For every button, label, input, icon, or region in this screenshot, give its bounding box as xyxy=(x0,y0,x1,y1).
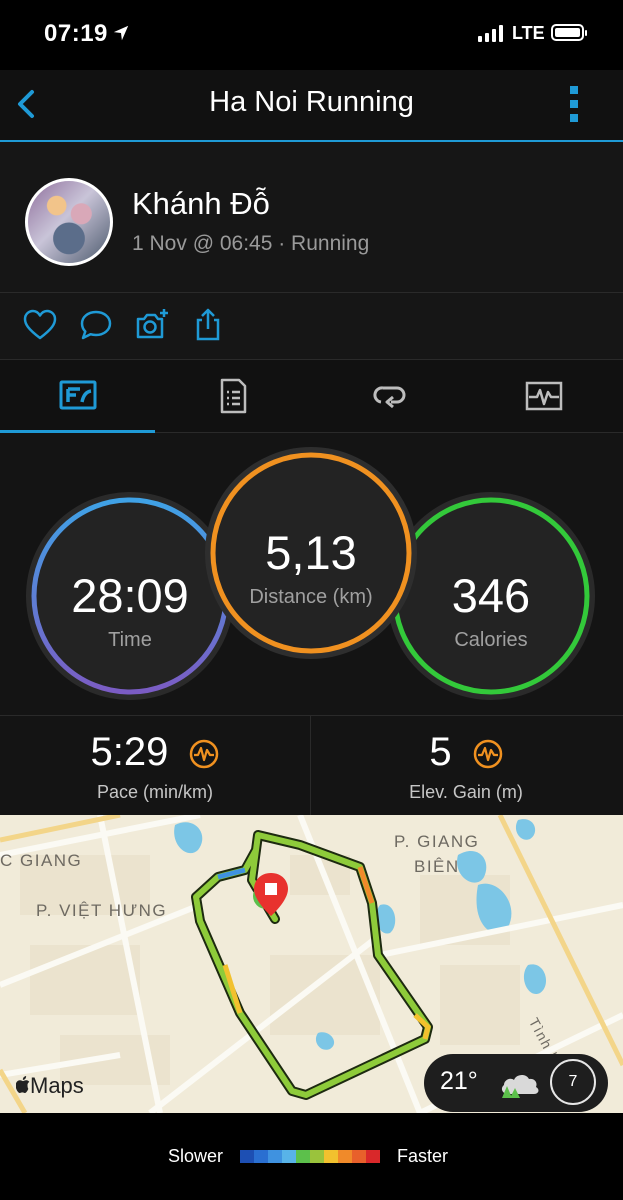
app-header: Ha Noi Running xyxy=(0,70,623,142)
tab-details[interactable] xyxy=(155,360,310,432)
chart-icon xyxy=(525,381,563,411)
page-title: Ha Noi Running xyxy=(209,86,414,118)
temperature: 21° xyxy=(440,1067,478,1095)
distance-stat: 5,13 Distance (km) xyxy=(211,453,411,653)
elevation-trend-icon[interactable] xyxy=(473,739,503,769)
legend-slower: Slower xyxy=(168,1146,224,1166)
status-time: 07:19 xyxy=(44,20,108,47)
status-bar: 07:19 LTE xyxy=(0,0,623,70)
legend-swatch xyxy=(352,1150,366,1163)
maps-label: Maps xyxy=(30,1073,84,1098)
pace-legend: Slower Faster xyxy=(0,1113,623,1200)
legend-swatch xyxy=(296,1150,310,1163)
weather-widget[interactable]: 21° 7 xyxy=(424,1054,608,1112)
activity-tabs xyxy=(0,360,623,433)
legend-swatch xyxy=(282,1150,296,1163)
map-label-giang-bien-2: BIÊN xyxy=(414,857,460,876)
more-options-icon[interactable] xyxy=(566,84,582,124)
stats-panel: 28:09 Time 346 Calories 5,13 Distance (k… xyxy=(0,433,623,715)
calories-stat: 346 Calories xyxy=(391,496,591,696)
elevation-metric: 5 Elev. Gain (m) xyxy=(311,716,621,816)
map-label-viet-hung: P. VIỆT HƯNG xyxy=(36,901,168,920)
pace-trend-icon[interactable] xyxy=(189,739,219,769)
secondary-metrics: 5:29 Pace (min/km) 5 Elev. Gain (m) xyxy=(0,715,623,816)
distance-value: 5,13 xyxy=(265,526,357,579)
action-bar xyxy=(0,293,623,360)
maps-attribution: Maps xyxy=(15,1073,84,1099)
time-label: Time xyxy=(108,629,152,651)
share-icon[interactable] xyxy=(190,307,226,343)
overview-icon xyxy=(59,380,97,410)
legend-swatch xyxy=(338,1150,352,1163)
legend-swatch xyxy=(254,1150,268,1163)
route-map[interactable]: C GIANG P. VIỆT HƯNG P. GIANG BIÊN Tình … xyxy=(0,815,623,1113)
legend-color-bar xyxy=(240,1150,380,1163)
location-arrow-icon xyxy=(113,25,129,41)
distance-label: Distance (km) xyxy=(249,586,373,608)
cloud-trees-icon xyxy=(501,1074,539,1098)
user-name[interactable]: Khánh Đỗ xyxy=(132,186,270,222)
elevation-value: 5 xyxy=(429,730,452,774)
network-type: LTE xyxy=(512,23,545,43)
legend-swatch xyxy=(324,1150,338,1163)
air-quality-index: 7 xyxy=(550,1059,596,1105)
time-stat: 28:09 Time xyxy=(30,496,230,696)
calories-label: Calories xyxy=(454,629,528,651)
time-value: 28:09 xyxy=(71,569,189,622)
like-heart-icon[interactable] xyxy=(22,307,58,343)
battery-icon xyxy=(551,24,587,41)
pace-metric: 5:29 Pace (min/km) xyxy=(0,716,310,816)
avatar[interactable] xyxy=(25,178,113,266)
tab-charts[interactable] xyxy=(466,360,621,432)
activity-owner: Khánh Đỗ 1 Nov @ 06:45 · Running xyxy=(0,142,623,293)
legend-swatch xyxy=(240,1150,254,1163)
pace-label: Pace (min/km) xyxy=(96,782,213,802)
elevation-label: Elev. Gain (m) xyxy=(409,782,523,802)
tab-laps[interactable] xyxy=(311,360,466,432)
legend-swatch xyxy=(366,1150,380,1163)
activity-meta: 1 Nov @ 06:45 · Running xyxy=(132,232,370,255)
apple-logo-icon xyxy=(15,1076,30,1093)
map-label-giang-bien-1: P. GIANG xyxy=(394,832,480,851)
signal-icon xyxy=(478,24,503,42)
legend-swatch xyxy=(268,1150,282,1163)
map-label-giang: C GIANG xyxy=(0,851,83,870)
laps-icon xyxy=(373,386,406,409)
pace-value: 5:29 xyxy=(90,730,169,774)
tab-overview[interactable] xyxy=(0,360,155,433)
calories-value: 346 xyxy=(451,569,531,622)
legend-swatch xyxy=(310,1150,324,1163)
document-icon xyxy=(220,378,247,414)
add-photo-icon[interactable] xyxy=(134,307,170,343)
comment-icon[interactable] xyxy=(78,307,114,343)
legend-faster: Faster xyxy=(397,1146,449,1166)
